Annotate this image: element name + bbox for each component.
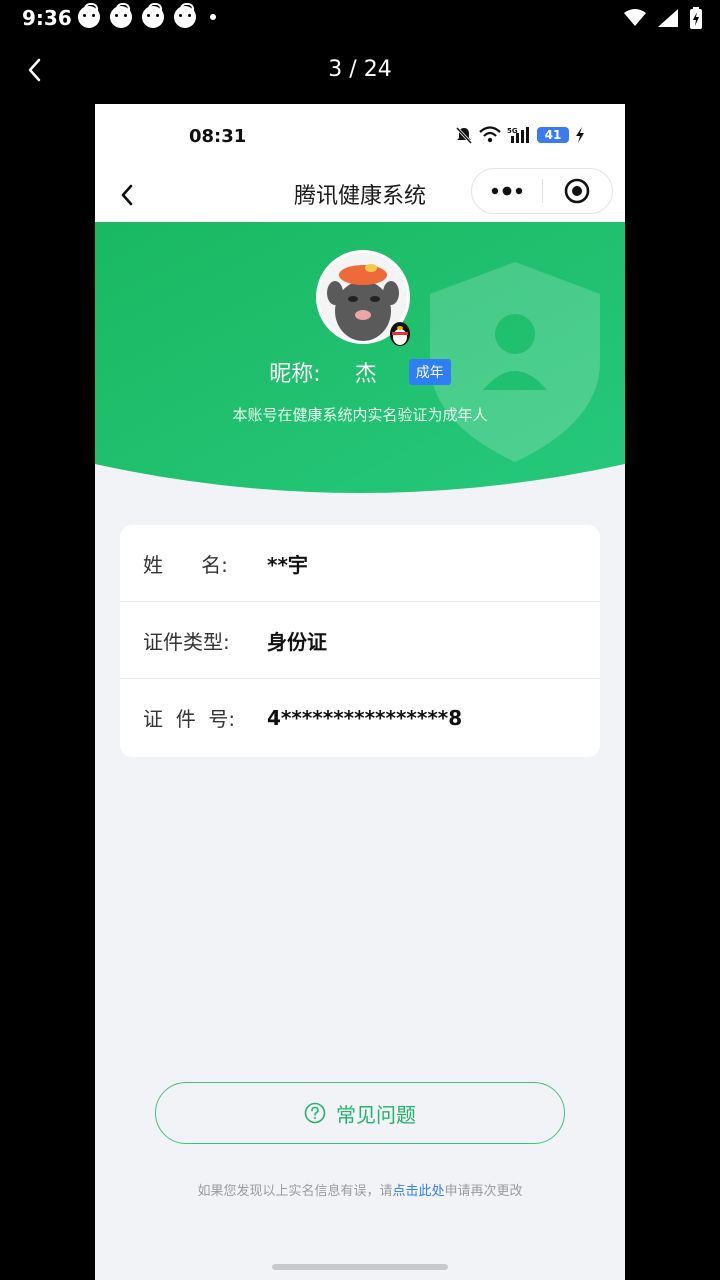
image-counter: 3 / 24 — [328, 57, 392, 82]
app-notification-icon — [78, 3, 100, 28]
id-number-row: 证 件 号: 4****************8 — [120, 679, 600, 756]
faq-button-label: 常见问题 — [336, 1102, 416, 1127]
id-number-value: 4****************8 — [267, 705, 463, 730]
app-notification-icon — [142, 3, 164, 28]
correction-note-prefix: 如果您发现以上实名信息有误，请 — [197, 1184, 393, 1199]
system-indicators — [624, 7, 702, 29]
more-notifications-dot — [210, 14, 216, 20]
name-row: 姓 名: **宇 — [120, 525, 600, 602]
id-number-label: 证 件 号: — [143, 707, 236, 731]
id-type-row: 证件类型: 身份证 — [120, 602, 600, 679]
system-time: 9:36 — [22, 6, 72, 30]
nickname-row: 昵称: 杰 成年 — [95, 356, 625, 388]
adult-badge: 成年 — [408, 359, 451, 385]
correction-link[interactable]: 点击此处 — [392, 1184, 444, 1199]
mini-program-capsule — [471, 168, 613, 214]
screenshot-status-bar: 08:31 5G 41 — [95, 104, 625, 168]
qq-penguin-icon — [390, 322, 410, 346]
identity-info-card: 姓 名: **宇 证件类型: 身份证 证 件 号: 4*************… — [120, 525, 600, 757]
wifi-icon — [624, 9, 646, 26]
name-label: 姓 名: — [143, 552, 228, 577]
nickname-value: 杰 — [354, 362, 377, 387]
screenshot-time: 08:31 — [189, 126, 247, 147]
gesture-home-bar[interactable] — [272, 1264, 448, 1270]
name-value: **宇 — [267, 552, 308, 577]
faq-button[interactable]: 常见问题 — [155, 1082, 565, 1144]
mute-bell-icon — [455, 126, 473, 144]
wifi-icon — [479, 126, 501, 143]
question-circle-icon — [304, 1102, 326, 1124]
correction-note: 如果您发现以上实名信息有误，请点击此处申请再次更改 — [95, 1180, 625, 1199]
battery-level: 41 — [537, 127, 569, 143]
notification-icons — [78, 3, 216, 28]
profile-header: 昵称: 杰 成年 本账号在健康系统内实名验证为成年人 — [95, 222, 625, 494]
signal-5g-icon: 5G — [507, 127, 529, 143]
image-viewer: 9:36 3 / 24 08:31 5G 41 腾讯健康系统 昵称: 杰 成年 … — [0, 0, 720, 1280]
mini-program-nav-bar: 腾讯健康系统 — [95, 168, 625, 222]
screenshot-status-icons: 5G 41 — [455, 126, 585, 144]
close-mini-program-button[interactable] — [543, 169, 613, 213]
app-notification-icon — [174, 3, 196, 28]
correction-note-suffix: 申请再次更改 — [444, 1184, 523, 1199]
cell-signal-icon — [658, 9, 678, 27]
more-dots-icon — [491, 186, 522, 196]
charging-icon — [576, 127, 584, 143]
verification-description: 本账号在健康系统内实名验证为成年人 — [232, 406, 488, 424]
id-type-value: 身份证 — [267, 629, 327, 654]
battery-icon — [690, 7, 702, 29]
app-notification-icon — [110, 3, 132, 28]
close-target-icon — [564, 178, 590, 204]
embedded-screenshot: 08:31 5G 41 腾讯健康系统 昵称: 杰 成年 本账号在健康系统内实名验… — [95, 104, 625, 1280]
nickname-label: 昵称: — [269, 362, 321, 387]
id-type-label: 证件类型: — [143, 629, 230, 654]
system-status-bar: 9:36 — [0, 0, 720, 36]
more-menu-button[interactable] — [472, 169, 542, 213]
